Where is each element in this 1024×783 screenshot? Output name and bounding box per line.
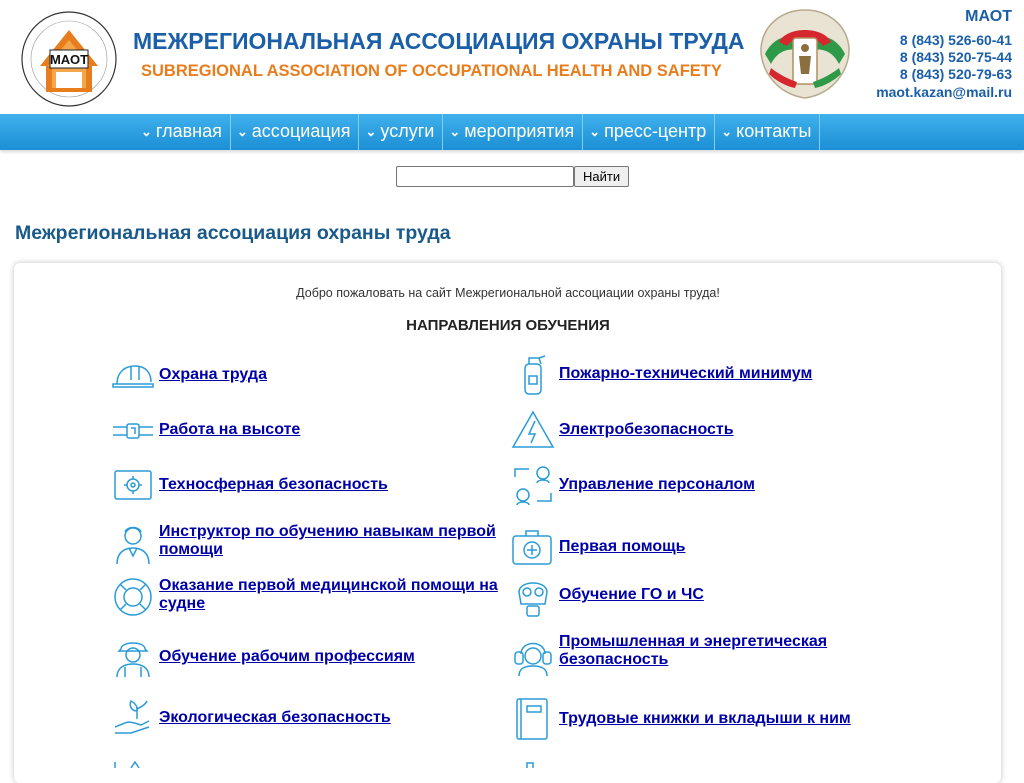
course-item: Обучение рабочим профессиям	[111, 635, 415, 679]
site-subtitle: SUBREGIONAL ASSOCIATION OF OCCUPATIONAL …	[141, 62, 722, 80]
course-item: Управление персоналом	[511, 463, 755, 507]
section-heading: НАПРАВЛЕНИЯ ОБУЧЕНИЯ	[406, 317, 610, 334]
lifebuoy-icon	[114, 578, 152, 616]
first-aid-kit-icon	[512, 530, 552, 565]
welcome-text: Добро пожаловать на сайт Межрегиональной…	[296, 286, 720, 300]
search-button[interactable]: Найти	[574, 166, 630, 187]
phone-3[interactable]: 8 (843) 520-79-63	[876, 66, 1012, 83]
course-link[interactable]: Трудовые книжки и вкладыши к ним	[559, 710, 851, 728]
hand-plant-icon	[114, 699, 150, 734]
chevron-down-icon: ⌄	[141, 124, 152, 139]
course-link[interactable]: Управление персоналом	[559, 476, 755, 494]
page-title: Межрегиональная ассоциация охраны труда	[15, 222, 451, 244]
nav-item-contacts[interactable]: ⌄ контакты	[715, 114, 821, 150]
site-header: МАОТ МЕЖРЕГИОНАЛЬНАЯ АССОЦИАЦИЯ ОХРАНЫ Т…	[0, 0, 1024, 114]
course-item: Первая помощь	[511, 526, 685, 568]
course-link[interactable]: Работа на высоте	[159, 421, 300, 439]
course-link[interactable]: Обучение ГО и ЧС	[559, 586, 704, 604]
nav-label: услуги	[380, 121, 435, 141]
course-link[interactable]: Пожарно-технический минимум	[559, 365, 812, 383]
chevron-down-icon: ⌄	[365, 124, 377, 139]
tatarstan-emblem	[760, 9, 850, 99]
course-item: Работа на высоте	[111, 413, 300, 447]
nav-label: ассоциация	[251, 121, 351, 141]
nav-item-services[interactable]: ⌄ услуги	[359, 114, 444, 150]
nav-item-association[interactable]: ⌄ ассоциация	[231, 114, 360, 150]
contacts-org: МАОТ	[965, 8, 1012, 25]
nav-item-events[interactable]: ⌄ мероприятия	[443, 114, 584, 150]
fire-extinguisher-icon	[524, 355, 546, 395]
email-link[interactable]: maot.kazan@mail.ru	[876, 83, 1012, 101]
course-item: Охрана труда	[111, 358, 267, 392]
phone-1[interactable]: 8 (843) 526-60-41	[876, 32, 1012, 49]
course-link[interactable]: Техносферная безопасность	[159, 476, 388, 494]
course-link[interactable]: Промышленная и энергетическая безопаснос…	[559, 633, 911, 669]
course-link[interactable]: Электробезопасность	[559, 421, 734, 439]
hard-hat-icon	[112, 365, 154, 388]
course-item: Оказание первой медицинской помощи на су…	[111, 576, 511, 620]
nav-label: главная	[155, 121, 222, 141]
chevron-down-icon: ⌄	[721, 124, 733, 139]
nav-item-press-center[interactable]: ⌄ пресс-центр	[583, 114, 716, 150]
course-item: Промышленная и энергетическая безопаснос…	[511, 632, 911, 678]
contacts-block: МАОТ 8 (843) 526-60-41 8 (843) 520-75-44…	[876, 8, 1012, 101]
course-link[interactable]: Первая помощь	[559, 538, 685, 556]
site-title: МЕЖРЕГИОНАЛЬНАЯ АССОЦИАЦИЯ ОХРАНЫ ТРУДА	[133, 28, 745, 54]
maot-logo[interactable]: МАОТ	[20, 10, 118, 108]
course-item: Пожарно-технический минимум	[511, 352, 812, 396]
search-input[interactable]	[396, 166, 574, 187]
phone-2[interactable]: 8 (843) 520-75-44	[876, 49, 1012, 66]
chevron-down-icon: ⌄	[236, 124, 248, 139]
work-book-icon	[516, 698, 548, 740]
chevron-down-icon: ⌄	[449, 124, 461, 139]
ear-protection-icon	[514, 642, 552, 677]
nav-label: контакты	[736, 121, 812, 141]
partial-icon	[114, 760, 140, 768]
personnel-exchange-icon	[514, 466, 552, 506]
course-item: Трудовые книжки и вкладыши к ним	[511, 696, 851, 742]
course-link[interactable]: Оказание первой медицинской помощи на су…	[159, 577, 511, 613]
high-voltage-icon	[511, 410, 555, 448]
logo-text: МАОТ	[50, 52, 88, 67]
course-item: Техносферная безопасность	[111, 468, 388, 502]
search-form: Найти	[396, 166, 630, 187]
course-link[interactable]: Обучение рабочим профессиям	[159, 648, 415, 666]
course-link[interactable]: Экологическая безопасность	[159, 709, 391, 727]
nav-item-home[interactable]: ⌄ главная	[135, 114, 231, 150]
doctor-icon	[116, 526, 150, 565]
gas-mask-icon	[518, 582, 548, 617]
nav-label: мероприятия	[464, 121, 575, 141]
worker-icon	[116, 642, 150, 678]
partial-icon	[526, 762, 534, 768]
chevron-down-icon: ⌄	[589, 124, 601, 139]
course-item: Обучение ГО и ЧС	[511, 572, 704, 618]
course-link[interactable]: Инструктор по обучению навыкам первой по…	[159, 523, 511, 559]
main-nav: ⌄ главная ⌄ ассоциация ⌄ услуги ⌄ мероприяти…	[0, 114, 1024, 150]
course-item: Электробезопасность	[511, 409, 734, 451]
nav-label: пресс-центр	[604, 121, 707, 141]
course-link[interactable]: Охрана труда	[159, 366, 267, 384]
course-item: Экологическая безопасность	[111, 697, 391, 739]
safety-belt-icon	[113, 423, 153, 439]
blueprint-gear-icon	[114, 470, 152, 500]
course-item: Инструктор по обучению навыкам первой по…	[111, 522, 511, 568]
